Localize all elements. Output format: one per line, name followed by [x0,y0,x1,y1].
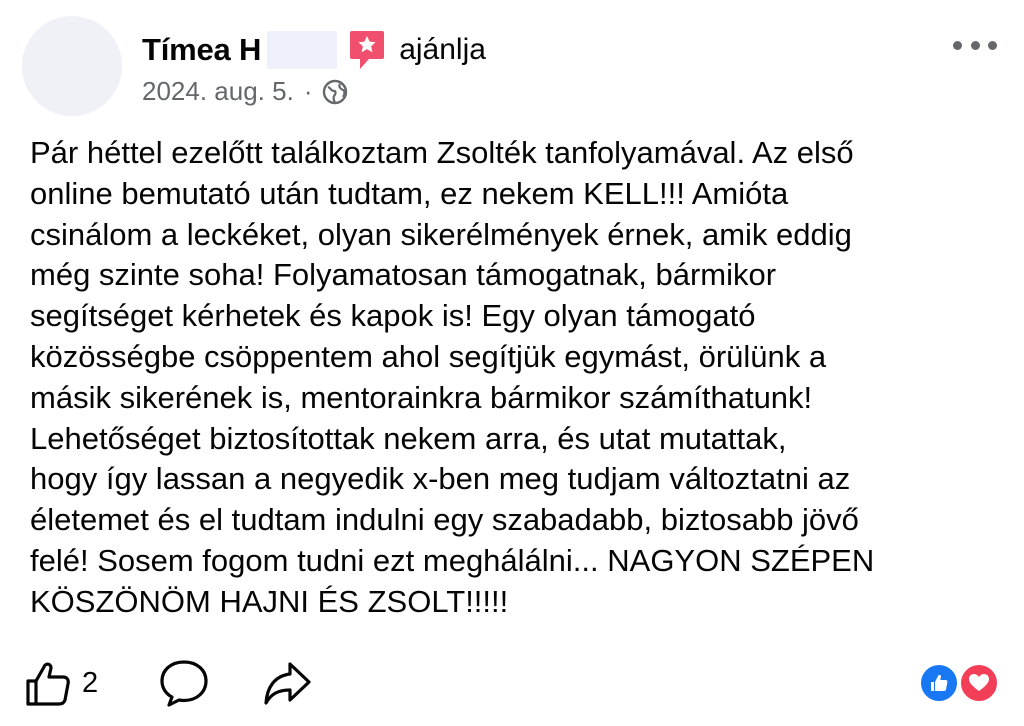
more-options-icon [953,40,962,50]
more-options-button[interactable] [950,30,1000,60]
meta-separator: · [303,76,313,106]
post-meta: 2024. aug. 5. · [142,76,348,107]
like-count: 2 [82,666,99,699]
more-options-dot [970,40,980,50]
reactions-summary[interactable] [918,662,1000,706]
recommends-label: ajánlja [399,33,486,66]
post-header: Tímea H ajánlja [142,28,486,72]
post-actions: 2 [22,656,312,710]
globe-icon[interactable] [322,79,348,105]
love-reaction-icon [958,662,1000,704]
post-date[interactable]: 2024. aug. 5. [142,76,294,107]
share-icon[interactable] [262,658,312,708]
thumbs-up-icon[interactable] [22,657,74,709]
author-name[interactable]: Tímea H [142,32,261,68]
more-options-dot [988,40,997,50]
redacted-surname [267,31,338,69]
like-reaction-icon [918,662,960,704]
avatar[interactable] [22,16,122,116]
post-text: Pár héttel ezelőtt találkoztam Zsolték t… [30,135,875,619]
recommend-star-icon [350,31,385,69]
comment-icon[interactable] [158,657,210,709]
